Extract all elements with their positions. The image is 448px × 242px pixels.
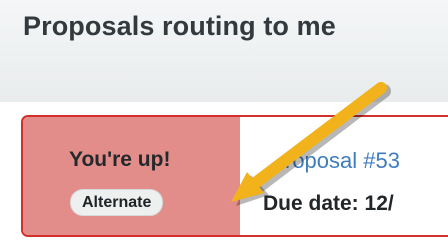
proposal-card[interactable]: You're up! Alternate roposal #53 Due dat… [21, 115, 448, 237]
page: Proposals routing to me You're up! Alter… [0, 0, 448, 242]
card-status-panel: You're up! Alternate [23, 117, 240, 235]
due-date-value: 12/ [364, 192, 394, 215]
proposal-link[interactable]: roposal #53 [285, 148, 400, 174]
section-title: Proposals routing to me [23, 11, 336, 41]
due-date: Due date: 12/ [263, 192, 394, 216]
role-badge: Alternate [70, 189, 164, 216]
due-date-label: Due date: [263, 192, 359, 215]
your-turn-label: You're up! [69, 148, 171, 171]
